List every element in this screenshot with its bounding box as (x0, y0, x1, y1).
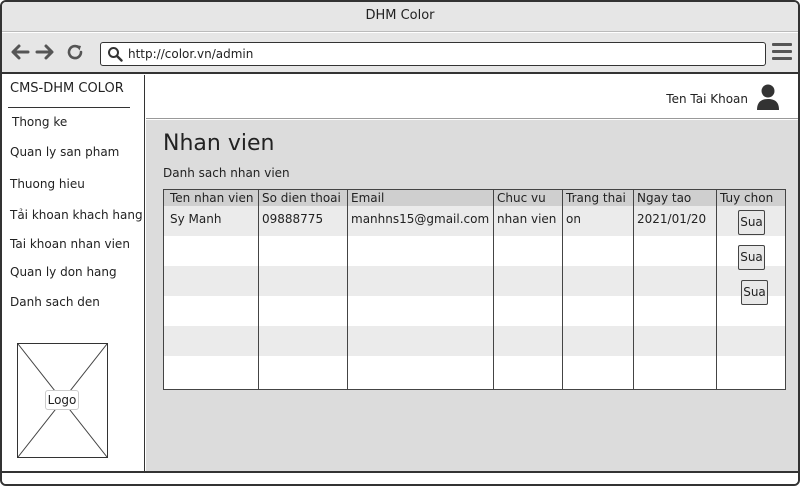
sidebar-item-tai-khoan-nhan-vien[interactable]: Tai khoan nhan vien (10, 237, 130, 251)
edit-button[interactable]: Sua (738, 245, 765, 270)
cell-phone: 09888775 (262, 212, 324, 226)
cell-position: nhan vien (497, 212, 557, 226)
column-header-so-dien-thoai[interactable]: So dien thoai (262, 191, 341, 205)
arrow-right-icon[interactable] (34, 41, 56, 63)
cell-status: on (566, 212, 581, 226)
employee-table: Ten nhan vien So dien thoai Email Chuc v… (163, 189, 786, 390)
column-header-ten-nhan-vien[interactable]: Ten nhan vien (170, 191, 254, 205)
column-header-email[interactable]: Email (351, 191, 384, 205)
column-header-chuc-vu[interactable]: Chuc vu (497, 191, 546, 205)
logo-placeholder: Logo (17, 343, 108, 458)
sidebar-item-tai-khoan-khach-hang[interactable]: Tải khoan khach hang (10, 208, 143, 222)
logo-label: Logo (45, 390, 79, 410)
top-header: Ten Tai Khoan (146, 75, 798, 119)
window-title: DHM Color (2, 2, 798, 32)
user-avatar-icon[interactable] (756, 83, 780, 111)
column-divider (633, 190, 634, 389)
divider (8, 107, 130, 108)
column-divider (493, 190, 494, 389)
sidebar-item-danh-sach-den[interactable]: Danh sach den (10, 295, 100, 309)
column-divider (347, 190, 348, 389)
sidebar-item-quan-ly-san-pham[interactable]: Quan ly san pham (10, 145, 119, 159)
column-header-tuy-chon: Tuy chon (720, 191, 774, 205)
cell-employee-name: Sy Manh (170, 212, 222, 226)
column-header-trang-thai[interactable]: Trang thai (566, 191, 626, 205)
page-title: Nhan vien (163, 131, 275, 156)
edit-button[interactable]: Sua (741, 280, 768, 305)
status-bar (2, 471, 798, 484)
sidebar-item-thong-ke[interactable]: Thong ke (12, 115, 67, 129)
page-subtitle: Danh sach nhan vien (163, 166, 290, 180)
sidebar-item-thuong-hieu[interactable]: Thuong hieu (10, 177, 85, 191)
column-divider (562, 190, 563, 389)
sidebar: CMS-DHM COLOR Thong ke Quan ly san pham … (2, 75, 145, 471)
brand-title: CMS-DHM COLOR (10, 81, 124, 96)
browser-window: DHM Color http://color.vn/admin CMS-DHM … (0, 0, 800, 486)
column-divider (258, 190, 259, 389)
column-divider (716, 190, 717, 389)
column-header-ngay-tao[interactable]: Ngay tao (637, 191, 691, 205)
url-text: http://color.vn/admin (128, 47, 254, 61)
sidebar-item-quan-ly-don-hang[interactable]: Quan ly don hang (10, 265, 117, 279)
edit-button[interactable]: Sua (738, 210, 765, 235)
cell-created-date: 2021/01/20 (637, 212, 707, 226)
search-icon (108, 47, 123, 62)
account-name[interactable]: Ten Tai Khoan (666, 92, 748, 106)
main-content: Nhan vien Danh sach nhan vien Ten nhan v… (146, 120, 798, 471)
reload-icon[interactable] (64, 41, 86, 63)
arrow-left-icon[interactable] (9, 41, 31, 63)
browser-toolbar: http://color.vn/admin (2, 33, 798, 74)
cell-email: manhns15@gmail.com (351, 212, 490, 226)
hamburger-menu-icon[interactable] (772, 43, 792, 63)
address-bar[interactable]: http://color.vn/admin (100, 42, 766, 66)
